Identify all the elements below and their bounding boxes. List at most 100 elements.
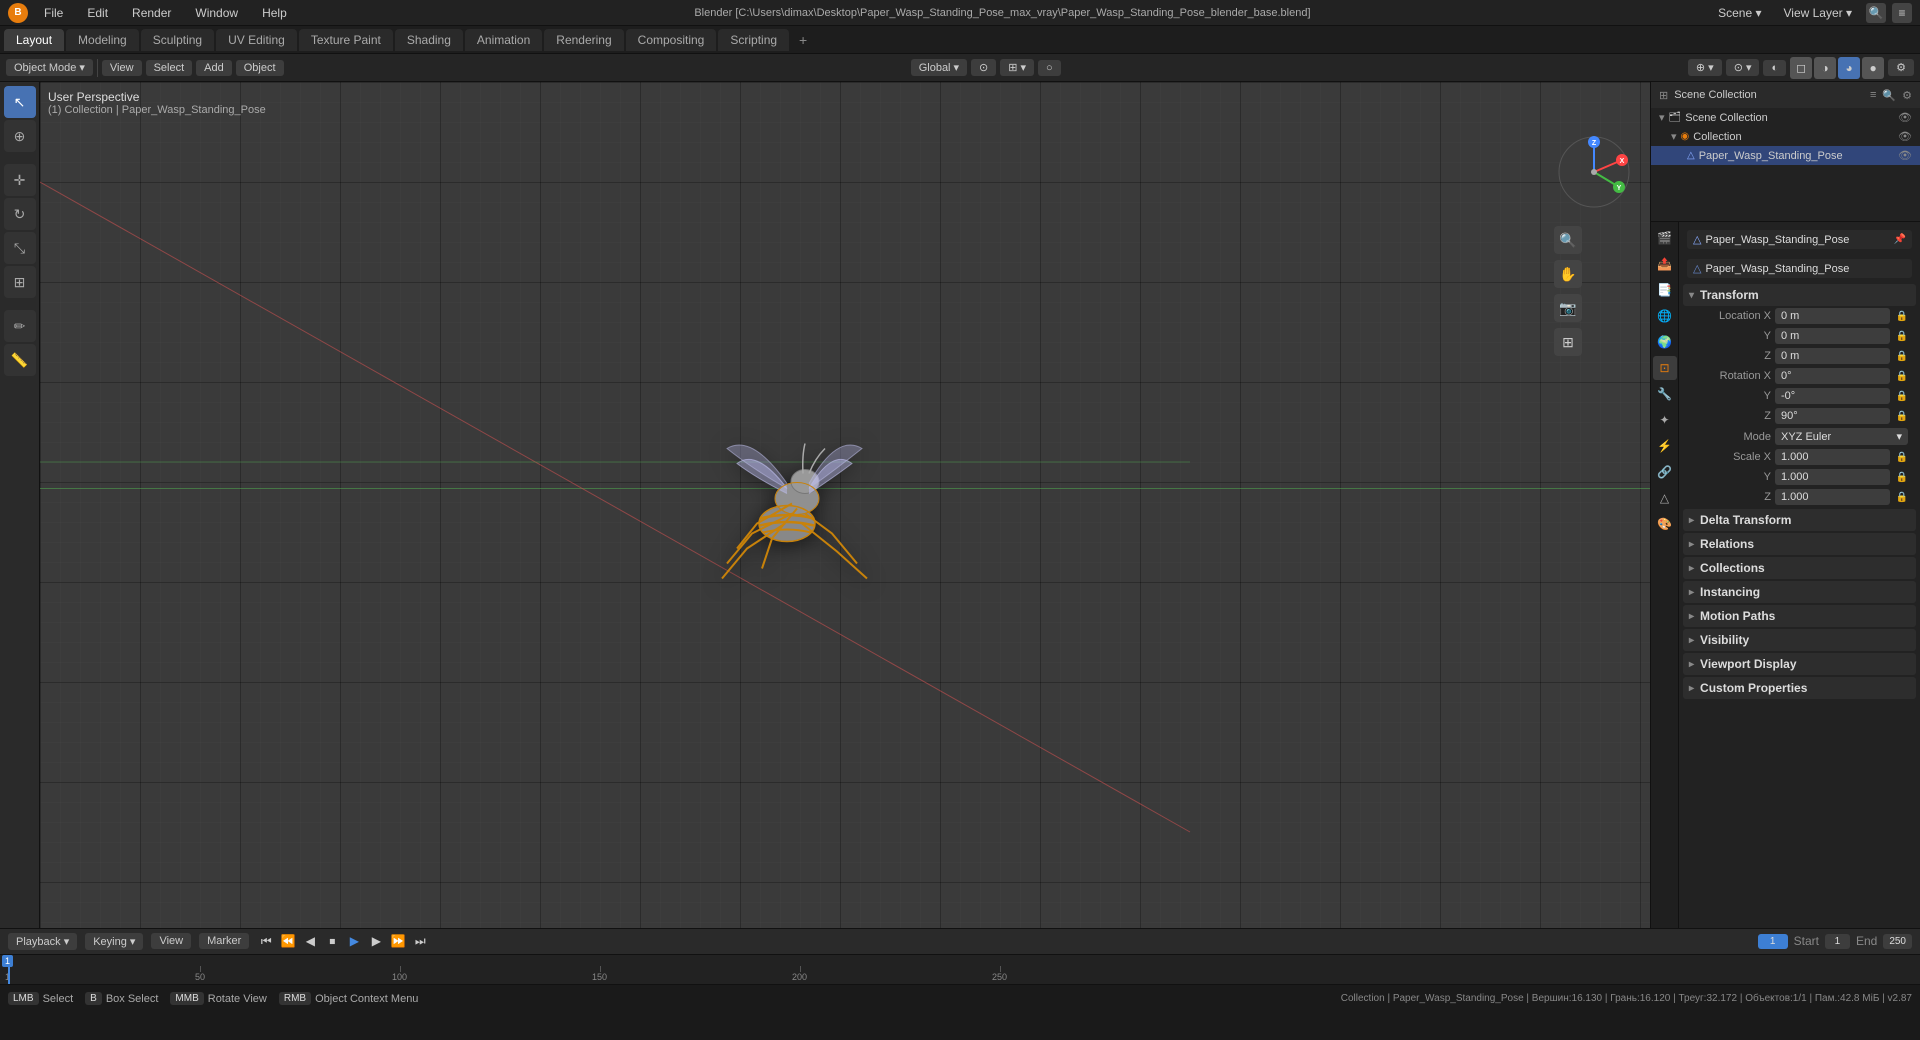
physics-props-icon[interactable]: ⚡ [1653,434,1677,458]
modifier-props-icon[interactable]: 🔧 [1653,382,1677,406]
scale-x-lock[interactable]: 🔒 [1896,452,1908,463]
global-transform[interactable]: Global ▾ [911,59,967,76]
object-visibility[interactable]: 👁 [1898,149,1912,162]
tool-cursor[interactable]: ⊕ [4,120,36,152]
proportional-edit[interactable]: ○ [1038,60,1061,76]
motion-paths-header[interactable]: ▸ Motion Paths [1683,605,1916,627]
view-menu-timeline[interactable]: View [151,933,191,949]
object-props-icon[interactable]: ⊡ [1653,356,1677,380]
jump-end-btn[interactable]: ⏭ [411,932,429,950]
tool-move[interactable]: ✛ [4,164,36,196]
constraints-props-icon[interactable]: 🔗 [1653,460,1677,484]
view-layer-props-icon[interactable]: 📑 [1653,278,1677,302]
scale-y-lock[interactable]: 🔒 [1896,472,1908,483]
tool-select[interactable]: ↖ [4,86,36,118]
tab-modeling[interactable]: Modeling [66,29,139,51]
stop-btn[interactable]: ⏹ [323,932,341,950]
jump-next-btn[interactable]: ▶ [367,932,385,950]
snap-btn[interactable]: ⊞ ▾ [1000,59,1034,76]
scene-props-icon[interactable]: 🌐 [1653,304,1677,328]
menu-edit[interactable]: Edit [79,4,116,22]
editor-type[interactable]: ⚙ [1888,59,1914,76]
shading-solid[interactable]: ◑ [1814,57,1836,79]
shading-render[interactable]: ● [1862,57,1884,79]
tab-add[interactable]: + [791,28,815,52]
menu-render[interactable]: Render [124,4,179,22]
tab-shading[interactable]: Shading [395,29,463,51]
outliner-collection[interactable]: ▾ ◉ Collection 👁 [1651,127,1920,146]
instancing-header[interactable]: ▸ Instancing [1683,581,1916,603]
visibility-icon[interactable]: 👁 [1898,111,1912,124]
output-props-icon[interactable]: 📤 [1653,252,1677,276]
world-props-icon[interactable]: 🌍 [1653,330,1677,354]
next-keyframe-btn[interactable]: ⏩ [389,932,407,950]
outliner-object[interactable]: △ Paper_Wasp_Standing_Pose 👁 [1651,146,1920,165]
location-z-value[interactable]: 0 m [1775,348,1890,364]
location-z-lock[interactable]: 🔒 [1896,351,1908,362]
timeline-ruler[interactable]: 1 50 100 150 200 250 [0,955,1920,984]
menu-window[interactable]: Window [187,4,246,22]
delta-transform-header[interactable]: ▸ Delta Transform [1683,509,1916,531]
outliner-filter[interactable]: ≡ [1870,89,1876,101]
tab-rendering[interactable]: Rendering [544,29,623,51]
pivot-point[interactable]: ⊙ [971,59,996,76]
visibility-header[interactable]: ▸ Visibility [1683,629,1916,651]
outliner-options[interactable]: ⚙ [1902,89,1912,102]
view-layer-dropdown[interactable]: View Layer ▾ [1775,4,1860,22]
particles-props-icon[interactable]: ✦ [1653,408,1677,432]
pin-icon[interactable]: 📌 [1894,234,1906,245]
rotation-x-value[interactable]: 0° [1775,368,1890,384]
overlays-btn[interactable]: ⊙ ▾ [1726,59,1760,76]
tab-layout[interactable]: Layout [4,29,64,51]
shading-material[interactable]: ◕ [1838,57,1860,79]
current-frame[interactable]: 1 [1758,934,1788,949]
keying-menu[interactable]: Keying ▾ [85,933,143,950]
location-y-lock[interactable]: 🔒 [1896,331,1908,342]
jump-prev-btn[interactable]: ◀ [301,932,319,950]
object-menu[interactable]: Object [236,60,284,76]
outliner-scene-collection[interactable]: ▾ 🗂 Scene Collection 👁 [1651,108,1920,127]
scene-dropdown[interactable]: Scene ▾ [1710,4,1769,22]
rotation-x-lock[interactable]: 🔒 [1896,371,1908,382]
tab-sculpting[interactable]: Sculpting [141,29,214,51]
rotation-z-value[interactable]: 90° [1775,408,1890,424]
start-frame[interactable]: 1 [1825,934,1850,949]
render-props-icon[interactable]: 🎬 [1653,226,1677,250]
shading-wireframe[interactable]: ◻ [1790,57,1812,79]
menu-help[interactable]: Help [254,4,295,22]
tab-animation[interactable]: Animation [465,29,542,51]
material-props-icon[interactable]: 🎨 [1653,512,1677,536]
gizmos-btn[interactable]: ⊕ ▾ [1688,59,1722,76]
marker-menu[interactable]: Marker [199,933,249,949]
data-props-icon[interactable]: △ [1653,486,1677,510]
rotation-mode-dropdown[interactable]: XYZ Euler ▾ [1775,428,1908,445]
select-menu[interactable]: Select [146,60,193,76]
filter-btn[interactable]: ≡ [1892,3,1912,23]
tab-scripting[interactable]: Scripting [718,29,789,51]
viewport[interactable]: User Perspective (1) Collection | Paper_… [40,82,1650,928]
xray-toggle[interactable]: ◐ [1763,60,1786,76]
outliner-search[interactable]: 🔍 [1882,89,1896,102]
collection-visibility[interactable]: 👁 [1898,130,1912,143]
tab-uv-editing[interactable]: UV Editing [216,29,297,51]
tool-annotate[interactable]: ✏ [4,310,36,342]
transform-header[interactable]: ▾ Transform [1683,284,1916,306]
location-x-value[interactable]: 0 m [1775,308,1890,324]
playback-menu[interactable]: Playback ▾ [8,933,77,950]
scale-y-value[interactable]: 1.000 [1775,469,1890,485]
hand-btn[interactable]: ✋ [1554,260,1582,288]
scale-x-value[interactable]: 1.000 [1775,449,1890,465]
blender-logo[interactable]: B [8,3,28,23]
end-frame[interactable]: 250 [1883,934,1912,949]
scale-z-lock[interactable]: 🔒 [1896,492,1908,503]
viewport-gizmo[interactable]: Z Y X [1554,132,1634,212]
grid-btn[interactable]: ⊞ [1554,328,1582,356]
tool-transform[interactable]: ⊞ [4,266,36,298]
jump-start-btn[interactable]: ⏮ [257,932,275,950]
object-mode-dropdown[interactable]: Object Mode ▾ [6,59,93,76]
play-btn[interactable]: ▶ [345,932,363,950]
zoom-in-btn[interactable]: 🔍 [1554,226,1582,254]
collections-header[interactable]: ▸ Collections [1683,557,1916,579]
prev-keyframe-btn[interactable]: ⏪ [279,932,297,950]
camera-btn[interactable]: 📷 [1554,294,1582,322]
